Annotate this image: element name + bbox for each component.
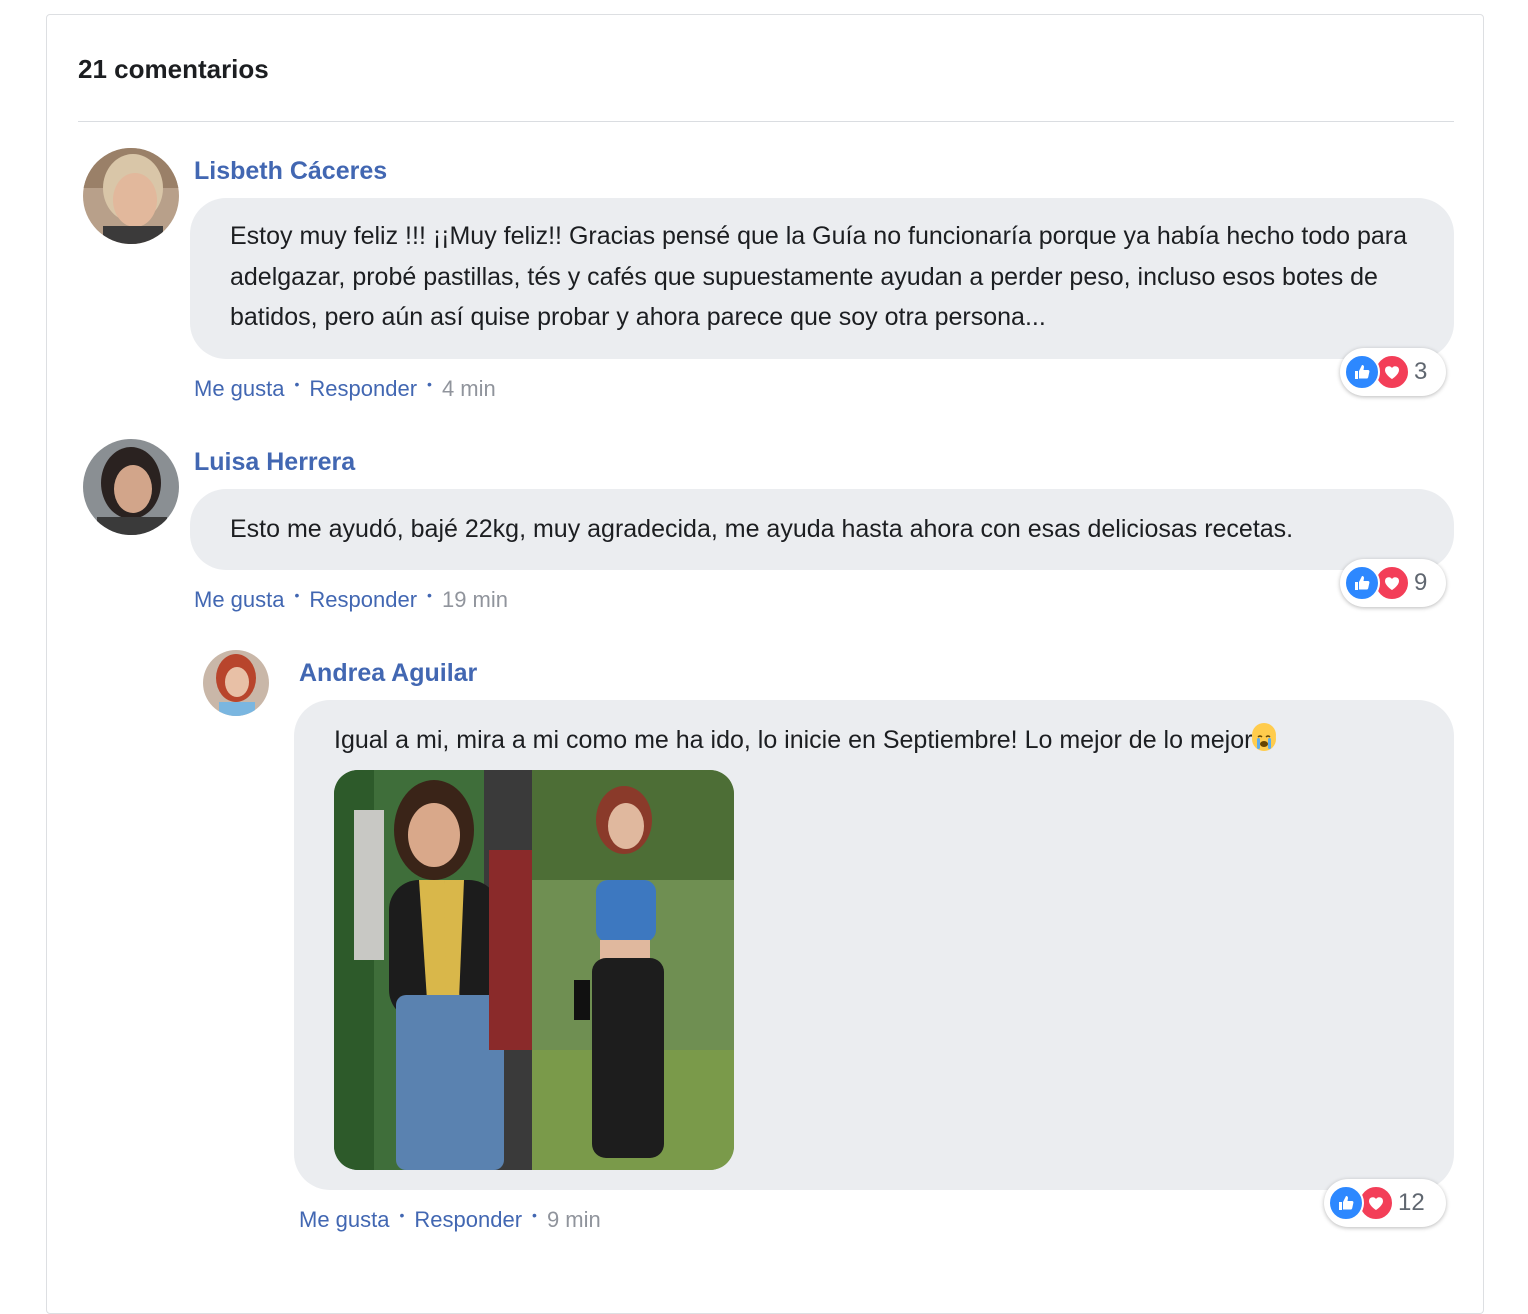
like-button[interactable]: Me gusta bbox=[194, 376, 285, 402]
comment-text: Esto me ayudó, bajé 22kg, muy agradecida… bbox=[230, 515, 1294, 543]
comment-actions: Me gusta • Responder • 4 min bbox=[194, 376, 496, 402]
like-button[interactable]: Me gusta bbox=[299, 1207, 390, 1233]
reply-button[interactable]: Responder bbox=[414, 1207, 522, 1233]
like-reaction-icon bbox=[1344, 565, 1380, 601]
comment-timestamp[interactable]: 4 min bbox=[442, 376, 496, 402]
comment-timestamp[interactable]: 19 min bbox=[442, 587, 508, 613]
reactions-summary[interactable]: 12 bbox=[1324, 1179, 1446, 1227]
reply-text-line: Igual a mi, mira a mi como me ha ido, lo… bbox=[334, 720, 1414, 761]
comment-author[interactable]: Lisbeth Cáceres bbox=[194, 157, 387, 186]
separator-dot: • bbox=[427, 587, 432, 603]
separator-dot: • bbox=[294, 587, 300, 603]
comment-bubble: Estoy muy feliz !!! ¡¡Muy feliz!! Gracia… bbox=[190, 198, 1454, 359]
comment-text: Estoy muy feliz !!! ¡¡Muy feliz!! Gracia… bbox=[230, 222, 1408, 331]
comment-count: 21 comentarios bbox=[78, 54, 269, 84]
avatar[interactable] bbox=[203, 650, 269, 716]
reply-actions: Me gusta • Responder • 9 min bbox=[299, 1207, 601, 1233]
comment-author[interactable]: Luisa Herrera bbox=[194, 448, 355, 477]
like-reaction-icon bbox=[1344, 354, 1380, 390]
reply-author[interactable]: Andrea Aguilar bbox=[299, 659, 477, 688]
reply-button[interactable]: Responder bbox=[309, 376, 417, 402]
separator-dot: • bbox=[532, 1207, 537, 1223]
reply-timestamp[interactable]: 9 min bbox=[547, 1207, 601, 1233]
separator-dot: • bbox=[399, 1207, 405, 1223]
divider bbox=[78, 121, 1454, 122]
reactions-summary[interactable]: 3 bbox=[1340, 348, 1446, 396]
reply-text: Igual a mi, mira a mi como me ha ido, lo… bbox=[334, 726, 1253, 754]
avatar[interactable] bbox=[83, 148, 179, 244]
reactions-summary[interactable]: 9 bbox=[1340, 559, 1446, 607]
like-button[interactable]: Me gusta bbox=[194, 587, 285, 613]
crying-face-emoji-icon bbox=[1252, 723, 1277, 751]
like-reaction-icon bbox=[1328, 1185, 1364, 1221]
separator-dot: • bbox=[427, 376, 432, 392]
reaction-count: 9 bbox=[1414, 569, 1428, 596]
reply-button[interactable]: Responder bbox=[309, 587, 417, 613]
reaction-count: 12 bbox=[1398, 1189, 1425, 1216]
comment-bubble: Esto me ayudó, bajé 22kg, muy agradecida… bbox=[190, 489, 1454, 570]
reply-photo[interactable] bbox=[334, 770, 734, 1170]
comment-actions: Me gusta • Responder • 19 min bbox=[194, 587, 508, 613]
avatar[interactable] bbox=[83, 439, 179, 535]
separator-dot: • bbox=[294, 376, 300, 392]
reaction-count: 3 bbox=[1414, 358, 1428, 385]
